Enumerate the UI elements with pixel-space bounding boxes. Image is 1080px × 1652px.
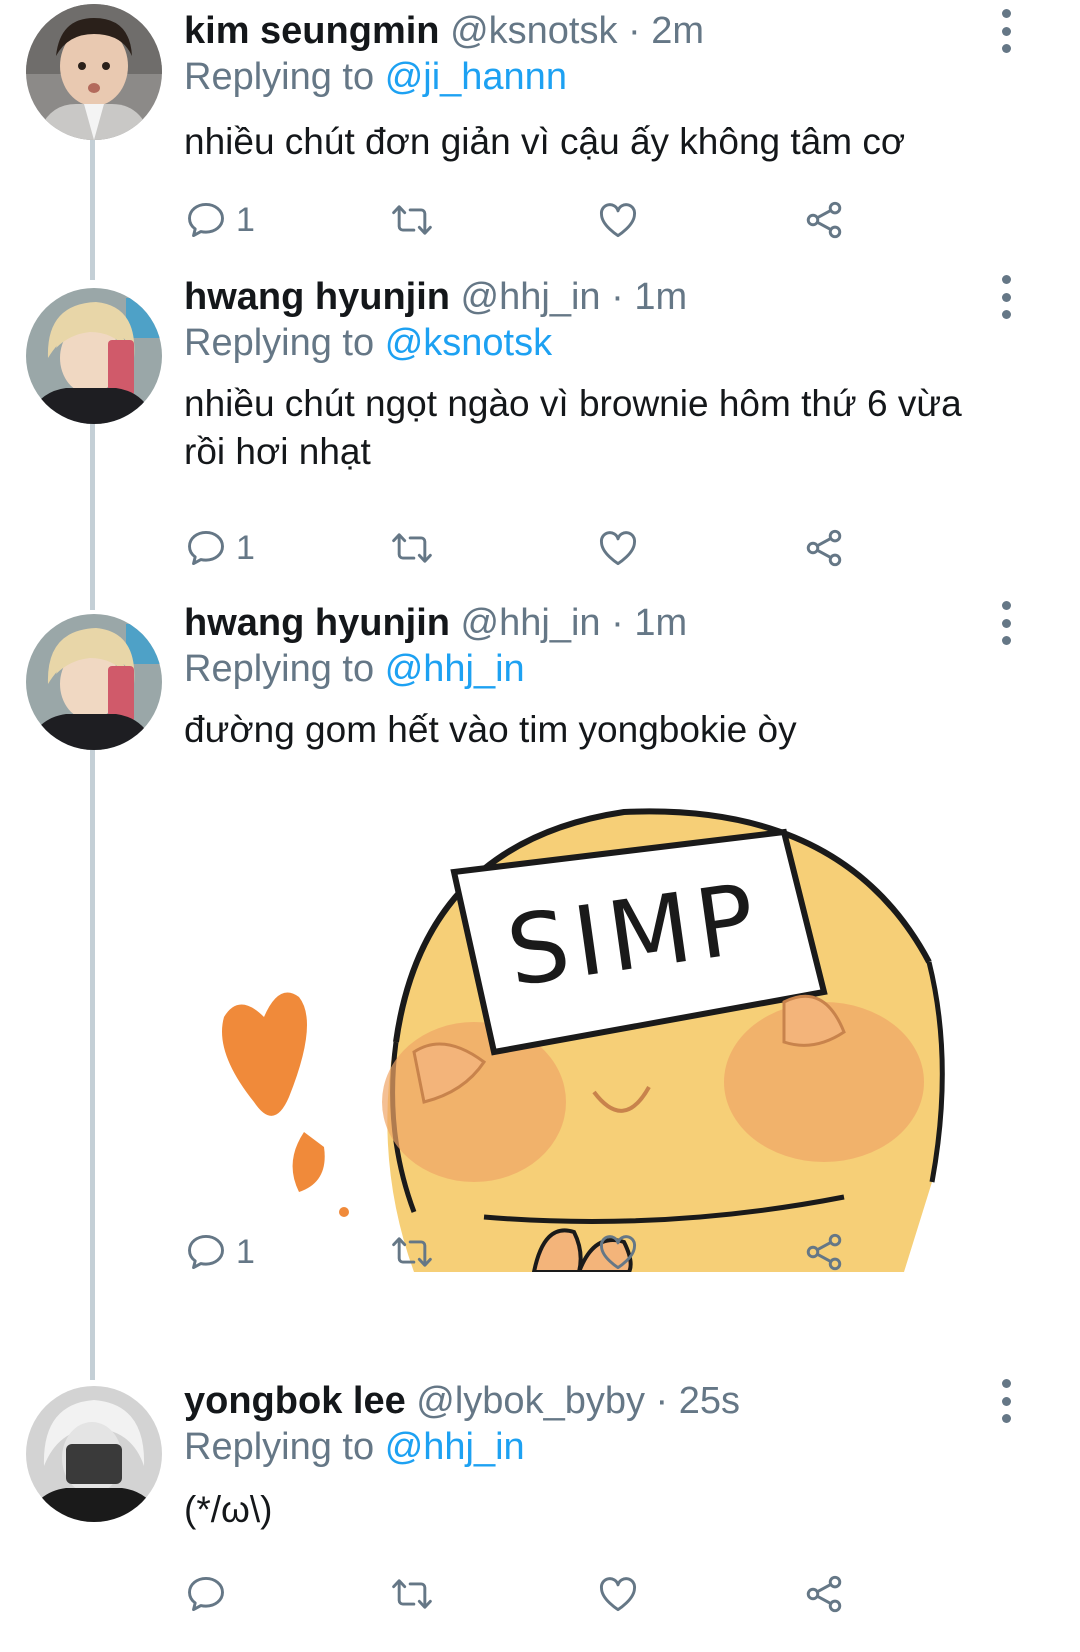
mention-link[interactable]: @hhj_in bbox=[385, 1426, 525, 1468]
retweet-button[interactable] bbox=[390, 524, 434, 572]
share-icon bbox=[802, 1572, 846, 1616]
tweet-actions: 1 bbox=[184, 524, 884, 572]
replying-to: Replying to @hhj_in bbox=[184, 646, 525, 692]
tweet-actions bbox=[184, 1570, 884, 1618]
like-icon bbox=[596, 198, 640, 242]
replying-to: Replying to @hhj_in bbox=[184, 1424, 525, 1470]
retweet-button[interactable] bbox=[390, 1570, 434, 1618]
like-icon bbox=[596, 526, 640, 570]
tweet[interactable]: hwang hyunjin @hhj_in · 1m Replying to @… bbox=[0, 275, 1080, 580]
tweet[interactable]: yongbok lee @lybok_byby · 25s Replying t… bbox=[0, 1379, 1080, 1652]
share-button[interactable] bbox=[802, 1570, 846, 1618]
tweet-text: nhiều chút ngọt ngào vì brownie hôm thứ … bbox=[184, 383, 962, 472]
replying-to-label: Replying to bbox=[184, 1426, 375, 1468]
reply-icon bbox=[184, 526, 228, 570]
tweet-header: yongbok lee @lybok_byby · 25s bbox=[184, 1378, 740, 1424]
reply-icon bbox=[184, 198, 228, 242]
share-icon bbox=[802, 1230, 846, 1274]
separator: · bbox=[655, 1380, 669, 1422]
tweet[interactable]: hwang hyunjin @hhj_in · 1m Replying to @… bbox=[0, 601, 1080, 1336]
user-handle[interactable]: @hhj_in bbox=[461, 602, 601, 644]
retweet-icon bbox=[390, 198, 434, 242]
share-button[interactable] bbox=[802, 524, 846, 572]
retweet-button[interactable] bbox=[390, 1228, 434, 1276]
timestamp[interactable]: 1m bbox=[634, 276, 687, 318]
share-icon bbox=[802, 198, 846, 242]
reply-count: 1 bbox=[236, 200, 255, 239]
avatar[interactable] bbox=[26, 614, 162, 750]
reply-icon bbox=[184, 1230, 228, 1274]
tweet-header: kim seungmin @ksnotsk · 2m bbox=[184, 8, 704, 54]
replying-to-label: Replying to bbox=[184, 322, 375, 364]
tweet-header: hwang hyunjin @hhj_in · 1m bbox=[184, 274, 687, 320]
replying-to: Replying to @ksnotsk bbox=[184, 320, 552, 366]
tweet-text: nhiều chút đơn giản vì cậu ấy không tâm … bbox=[184, 121, 906, 162]
like-icon bbox=[596, 1230, 640, 1274]
replying-to-label: Replying to bbox=[184, 56, 375, 98]
share-button[interactable] bbox=[802, 1228, 846, 1276]
tweet-actions: 1 bbox=[184, 1228, 884, 1276]
mention-link[interactable]: @ksnotsk bbox=[385, 322, 552, 364]
more-vertical-icon[interactable] bbox=[996, 9, 1016, 53]
user-handle[interactable]: @hhj_in bbox=[461, 276, 601, 318]
like-button[interactable] bbox=[596, 1228, 640, 1276]
display-name[interactable]: kim seungmin bbox=[184, 10, 440, 52]
tweet[interactable]: kim seungmin @ksnotsk · 2m Replying to @… bbox=[0, 0, 1080, 250]
timestamp[interactable]: 1m bbox=[634, 602, 687, 644]
like-button[interactable] bbox=[596, 1570, 640, 1618]
display-name[interactable]: yongbok lee bbox=[184, 1380, 406, 1422]
reply-button[interactable] bbox=[184, 1570, 236, 1618]
more-vertical-icon[interactable] bbox=[996, 1379, 1016, 1423]
avatar[interactable] bbox=[26, 288, 162, 424]
tweet-header: hwang hyunjin @hhj_in · 1m bbox=[184, 600, 687, 646]
display-name[interactable]: hwang hyunjin bbox=[184, 276, 450, 318]
like-button[interactable] bbox=[596, 524, 640, 572]
like-button[interactable] bbox=[596, 196, 640, 244]
retweet-icon bbox=[390, 1230, 434, 1274]
retweet-icon bbox=[390, 1572, 434, 1616]
tweet-text: (*/ω\) bbox=[184, 1489, 273, 1530]
like-icon bbox=[596, 1572, 640, 1616]
more-vertical-icon[interactable] bbox=[996, 275, 1016, 319]
tweet-actions: 1 bbox=[184, 196, 884, 244]
more-vertical-icon[interactable] bbox=[996, 601, 1016, 645]
mention-link[interactable]: @ji_hannn bbox=[385, 56, 567, 98]
reply-icon bbox=[184, 1572, 228, 1616]
replying-to: Replying to @ji_hannn bbox=[184, 54, 567, 100]
reply-button[interactable]: 1 bbox=[184, 524, 255, 572]
reply-button[interactable]: 1 bbox=[184, 196, 255, 244]
tweet-image[interactable]: SIMP bbox=[184, 802, 984, 1272]
user-handle[interactable]: @ksnotsk bbox=[450, 10, 617, 52]
separator: · bbox=[611, 276, 624, 318]
timestamp[interactable]: 25s bbox=[679, 1380, 740, 1422]
replying-to-label: Replying to bbox=[184, 648, 375, 690]
share-icon bbox=[802, 526, 846, 570]
timestamp[interactable]: 2m bbox=[651, 10, 704, 52]
user-handle[interactable]: @lybok_byby bbox=[416, 1380, 645, 1422]
share-button[interactable] bbox=[802, 196, 846, 244]
display-name[interactable]: hwang hyunjin bbox=[184, 602, 450, 644]
reply-button[interactable]: 1 bbox=[184, 1228, 255, 1276]
retweet-button[interactable] bbox=[390, 196, 434, 244]
avatar[interactable] bbox=[26, 1386, 162, 1522]
separator: · bbox=[611, 602, 624, 644]
mention-link[interactable]: @hhj_in bbox=[385, 648, 525, 690]
reply-count: 1 bbox=[236, 1232, 255, 1271]
tweet-text: đường gom hết vào tim yongbokie òy bbox=[184, 709, 797, 750]
avatar[interactable] bbox=[26, 4, 162, 140]
reply-count: 1 bbox=[236, 528, 255, 567]
separator: · bbox=[628, 10, 641, 52]
retweet-icon bbox=[390, 526, 434, 570]
